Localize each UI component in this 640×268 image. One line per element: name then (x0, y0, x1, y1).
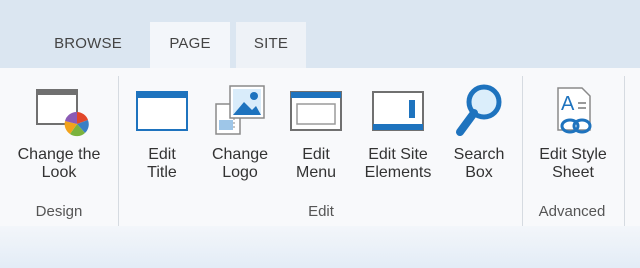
search-box-label-2: Box (465, 164, 493, 181)
svg-text:A: A (561, 93, 575, 115)
change-logo-button[interactable]: Change Logo (204, 76, 276, 188)
tab-site[interactable]: SITE (236, 22, 306, 68)
edit-title-label-2: Title (147, 164, 177, 181)
group-label-edit: Edit (308, 203, 334, 220)
change-look-icon (4, 82, 114, 138)
change-logo-label-2: Logo (222, 164, 258, 181)
edit-site-elements-icon (356, 82, 440, 138)
change-look-label-1: Change the (17, 146, 101, 163)
search-box-button[interactable]: Search Box (444, 76, 514, 188)
edit-style-sheet-label-1: Edit Style (539, 146, 607, 163)
edit-site-elements-label-2: Elements (364, 164, 432, 181)
group-separator (118, 76, 119, 226)
edit-site-elements-label-1: Edit Site (368, 146, 428, 163)
edit-style-sheet-button[interactable]: A Edit Style Sheet (526, 76, 620, 188)
search-icon (444, 82, 514, 138)
group-label-design: Design (35, 203, 83, 220)
edit-title-button[interactable]: Edit Title (128, 76, 196, 188)
change-logo-icon (204, 82, 276, 138)
style-sheet-icon: A (526, 82, 620, 138)
edit-title-label-1: Edit (148, 146, 176, 163)
search-box-label-1: Search (453, 146, 505, 163)
edit-style-sheet-label-2: Sheet (552, 164, 594, 181)
group-separator (522, 76, 523, 226)
change-look-label-2: Look (41, 164, 77, 181)
edit-menu-label-2: Menu (295, 164, 337, 181)
tab-browse[interactable]: BROWSE (36, 22, 140, 68)
change-logo-label-1: Change (211, 146, 269, 163)
group-separator (624, 76, 625, 226)
edit-menu-icon (284, 82, 348, 138)
edit-title-icon (128, 82, 196, 138)
tab-page[interactable]: PAGE (150, 22, 230, 68)
edit-site-elements-button[interactable]: Edit Site Elements (356, 76, 440, 188)
edit-menu-button[interactable]: Edit Menu (284, 76, 348, 188)
group-label-advanced: Advanced (538, 203, 606, 220)
change-look-button[interactable]: Change the Look (4, 76, 114, 188)
page-content-area (0, 226, 640, 268)
edit-menu-label-1: Edit (302, 146, 330, 163)
